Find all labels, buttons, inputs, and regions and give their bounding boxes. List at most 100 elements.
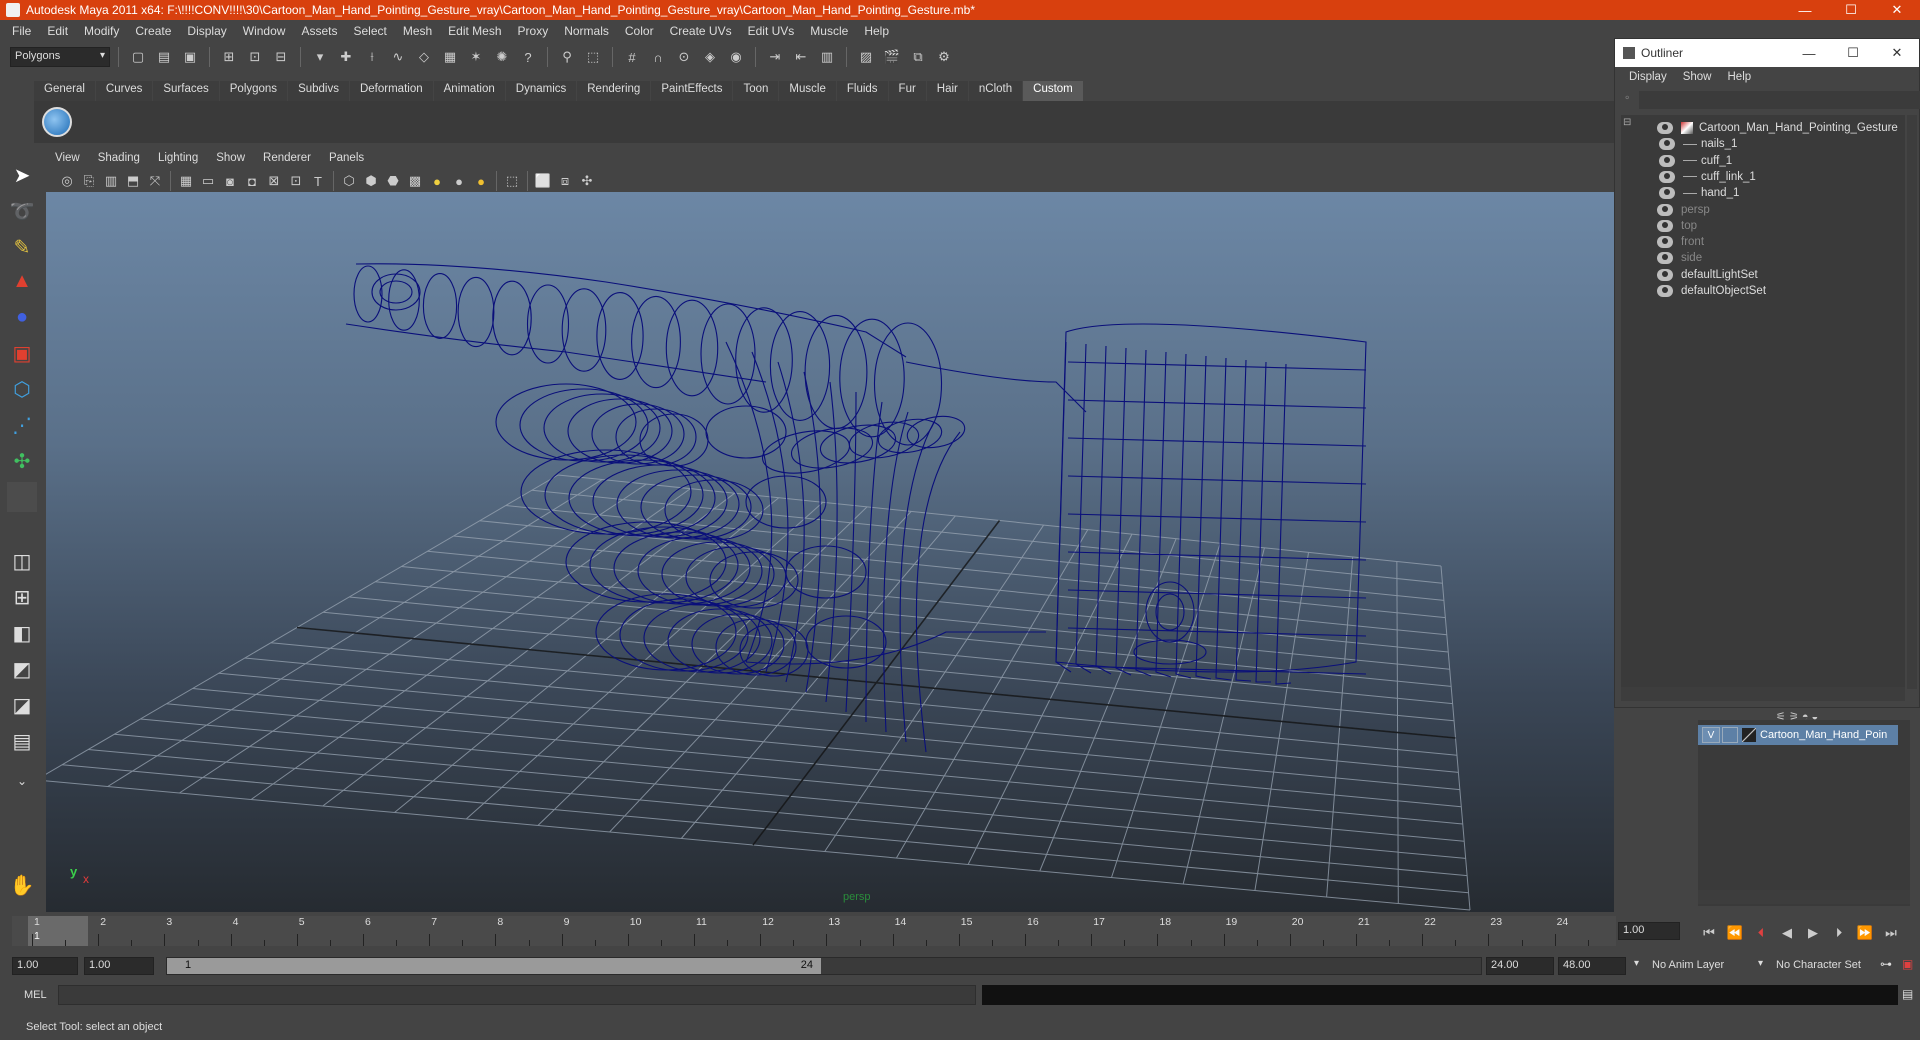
outliner-horizontal-scrollbar[interactable] [1621,687,1905,701]
xray-joints-icon[interactable]: ⧈ [554,170,576,192]
animation-end-field[interactable]: 48.00 [1558,957,1626,975]
shelf-tab-curves[interactable]: Curves [95,81,153,101]
outliner-item[interactable]: defaultLightSet [1657,266,1758,284]
outliner-item[interactable]: Cartoon_Man_Hand_Pointing_Gesture [1657,119,1898,137]
smooth-shading-icon[interactable]: ⬢ [360,170,382,192]
menu-display[interactable]: Display [179,24,234,38]
output-ops-icon[interactable]: ⇤ [790,46,812,68]
use-all-lights-icon[interactable]: ● [426,170,448,192]
open-scene-icon[interactable]: ▤ [153,46,175,68]
single-pane-layout-icon[interactable]: ◫ [7,546,37,576]
outliner-menu-display[interactable]: Display [1621,71,1675,83]
outliner-item[interactable]: front [1657,233,1704,251]
film-gate-icon[interactable]: ▭ [197,170,219,192]
anim-layer-label[interactable]: No Anim Layer [1652,959,1724,971]
menu-modify[interactable]: Modify [76,24,127,38]
outliner-item[interactable]: hand_1 [1659,184,1739,202]
menu-file[interactable]: File [4,24,39,38]
auto-key-icon[interactable]: ⊶ [1880,957,1892,971]
panel-menu-view[interactable]: View [46,152,89,170]
shelf-tab-muscle[interactable]: Muscle [779,81,836,101]
script-editor-icon[interactable]: ▤ [1902,987,1913,1001]
outliner-minimize-button[interactable]: — [1787,39,1831,67]
range-slider[interactable]: 1 24 [166,957,1482,975]
backface-culling-icon[interactable]: ✣ [576,170,598,192]
construction-history-icon[interactable]: ▥ [816,46,838,68]
scale-tool-icon[interactable]: ▣ [7,338,37,368]
menu-muscle[interactable]: Muscle [802,24,856,38]
gate-mask-icon[interactable]: ◘ [241,170,263,192]
mel-language-label[interactable]: MEL [24,989,47,1001]
select-component-icon[interactable]: ⊟ [270,46,292,68]
step-back-key-icon[interactable]: ⏪ [1724,922,1746,944]
outliner-filter-input[interactable] [1639,91,1920,109]
outliner-menu-help[interactable]: Help [1720,71,1760,83]
menu-edit-uvs[interactable]: Edit UVs [740,24,803,38]
anim-layer-dropdown-icon[interactable]: ▾ [1634,958,1639,969]
range-slider-handle[interactable]: 1 24 [167,958,821,974]
menu-proxy[interactable]: Proxy [510,24,557,38]
make-live-icon[interactable]: ◉ [725,46,747,68]
shelf-tab-animation[interactable]: Animation [433,81,505,101]
persp-graph-hypershade-layout-icon[interactable]: ▤ [7,726,37,756]
outliner-menu-show[interactable]: Show [1675,71,1720,83]
menu-create[interactable]: Create [127,24,179,38]
outliner-close-button[interactable]: ✕ [1875,39,1919,67]
paint-select-tool-icon[interactable]: ✎ [7,232,37,262]
minimize-button[interactable]: — [1782,0,1828,20]
bookmarks-icon[interactable]: ▥ [100,170,122,192]
outliner-item[interactable]: defaultObjectSet [1657,282,1766,300]
menu-create-uvs[interactable]: Create UVs [662,24,740,38]
last-used-tool-icon[interactable] [7,482,37,512]
shelf-tab-toon[interactable]: Toon [733,81,779,101]
select-joints-icon[interactable]: ⟊ [361,46,383,68]
playback-end-field[interactable]: 24.00 [1486,957,1554,975]
shelf-tab-fur[interactable]: Fur [888,81,926,101]
xray-icon[interactable]: ⬜ [532,170,554,192]
rotate-tool-icon[interactable]: ● [7,302,37,332]
character-set-label[interactable]: No Character Set [1776,959,1861,971]
shelf-tab-rendering[interactable]: Rendering [577,81,651,101]
outliner-item[interactable]: top [1657,217,1697,235]
animation-preferences-icon[interactable]: ▣ [1902,957,1913,971]
panel-menu-panels[interactable]: Panels [320,152,373,170]
shelf-tab-hair[interactable]: Hair [926,81,968,101]
select-handles-icon[interactable]: ✚ [335,46,357,68]
wireframe-shading-icon[interactable]: ⬡ [338,170,360,192]
select-mask-dropdown-icon[interactable]: ▾ [309,46,331,68]
two-d-pan-zoom-icon[interactable]: ⤧ [144,170,166,192]
filter-icon[interactable]: ⚬ [1623,93,1631,104]
soft-modification-icon[interactable]: ⋰ [7,410,37,440]
mel-command-input[interactable] [58,985,976,1005]
input-ops-icon[interactable]: ⇥ [764,46,786,68]
grid-toggle-icon[interactable]: ▦ [175,170,197,192]
pan-hand-icon[interactable]: ✋ [7,870,37,900]
shelf-tab-subdivs[interactable]: Subdivs [288,81,349,101]
ipr-render-icon[interactable]: ⧉ [907,46,929,68]
select-camera-icon[interactable]: ◎ [56,170,78,192]
outliner-persp-layout-icon[interactable]: ◧ [7,618,37,648]
select-curves-icon[interactable]: ∿ [387,46,409,68]
save-scene-icon[interactable]: ▣ [179,46,201,68]
close-button[interactable]: ✕ [1874,0,1920,20]
safe-title-icon[interactable]: T [307,170,329,192]
panel-menu-renderer[interactable]: Renderer [254,152,320,170]
new-scene-icon[interactable]: ▢ [127,46,149,68]
menu-assets[interactable]: Assets [293,24,345,38]
select-deformations-icon[interactable]: ▦ [439,46,461,68]
safe-action-icon[interactable]: ⊡ [285,170,307,192]
snap-point-icon[interactable]: ⊙ [673,46,695,68]
menu-help[interactable]: Help [856,24,897,38]
resolution-gate-icon[interactable]: ◙ [219,170,241,192]
layer-name[interactable]: Cartoon_Man_Hand_Poin [1760,729,1887,741]
perspective-viewport[interactable]: persp y x [46,192,1614,912]
outliner-maximize-button[interactable]: ☐ [1831,39,1875,67]
shelf-tab-polygons[interactable]: Polygons [219,81,288,101]
menu-color[interactable]: Color [617,24,662,38]
field-chart-icon[interactable]: ⊠ [263,170,285,192]
panel-menu-show[interactable]: Show [207,152,254,170]
move-tool-icon[interactable]: ▲ [7,266,37,296]
select-rendering-icon[interactable]: ✺ [491,46,513,68]
shelf-tab-ncloth[interactable]: nCloth [968,81,1023,101]
shelf-tab-custom[interactable]: Custom [1023,81,1083,101]
